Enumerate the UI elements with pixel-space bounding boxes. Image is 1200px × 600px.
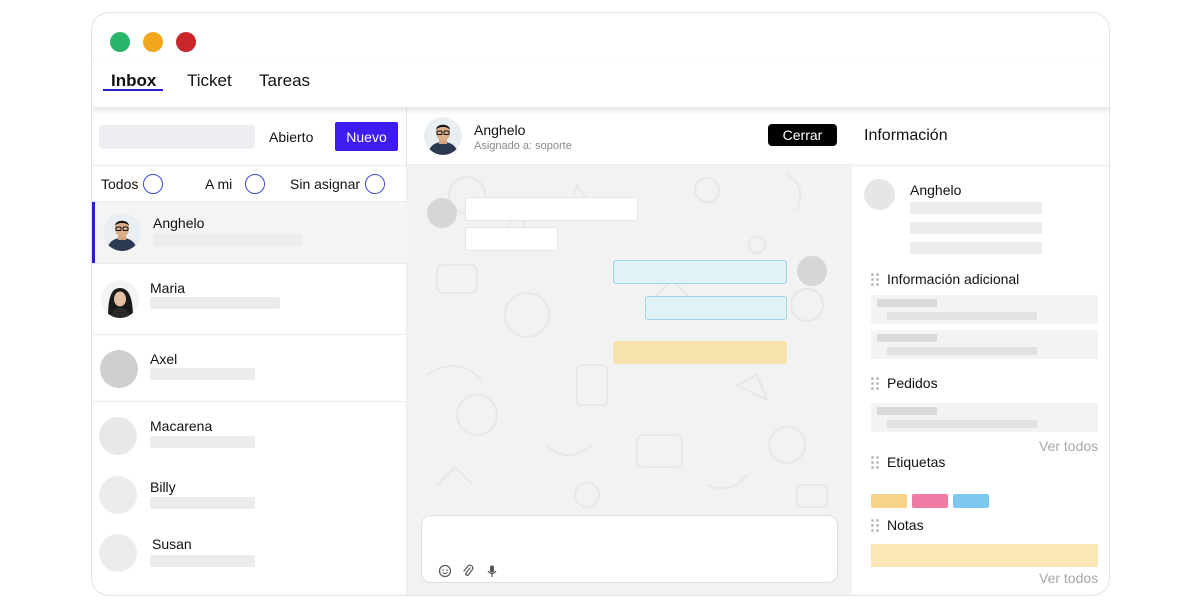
agent-message-avatar (797, 256, 827, 286)
message-preview-placeholder (150, 497, 255, 509)
info-panel: Información Anghelo Información adiciona… (852, 107, 1109, 595)
chat-header: Anghelo Asignado a: soporte Cerrar (407, 107, 852, 165)
chat-panel: Anghelo Asignado a: soporte Cerrar (407, 107, 852, 595)
chat-assignee: Asignado a: soporte (474, 140, 572, 152)
conversation-name: Anghelo (153, 215, 205, 231)
message-preview-placeholder (153, 234, 302, 246)
note-item[interactable] (871, 544, 1098, 567)
order-value-placeholder (887, 420, 1037, 428)
filter-todos-radio[interactable] (143, 174, 163, 194)
conversation-item-maria[interactable]: Maria (92, 263, 407, 334)
conversation-name: Axel (150, 351, 178, 367)
conversation-item-susan[interactable]: Susan (92, 531, 407, 591)
chat-contact-name: Anghelo (474, 122, 526, 138)
avatar (99, 476, 137, 514)
section-title-additional-info: Información adicional (887, 271, 1020, 287)
conversation-name: Maria (150, 280, 186, 296)
avatar (103, 213, 141, 251)
tab-inbox[interactable]: Inbox (111, 71, 156, 91)
tag-chip[interactable] (871, 494, 907, 508)
message-preview-placeholder (150, 555, 255, 567)
contact-detail-placeholder (910, 202, 1042, 214)
conversation-name: Billy (150, 479, 176, 495)
see-all-orders-link[interactable]: Ver todos (1039, 438, 1098, 454)
order-label-placeholder (877, 407, 937, 415)
message-preview-placeholder (150, 368, 255, 380)
app-window: Inbox Ticket Tareas Abierto Nuevo Todos … (91, 12, 1110, 596)
emoji-icon[interactable] (438, 564, 452, 578)
additional-info-item (871, 330, 1098, 359)
conversation-name: Macarena (150, 418, 213, 434)
filter-sin-asignar-label: Sin asignar (290, 176, 361, 192)
filter-a-mi-radio[interactable] (245, 174, 265, 194)
paperclip-icon[interactable] (461, 564, 475, 578)
status-filter-label[interactable]: Abierto (269, 129, 313, 145)
conversation-panel: Abierto Nuevo Todos A mi Sin asignar Ang… (92, 107, 407, 595)
avatar (100, 350, 138, 388)
top-navigation: Inbox Ticket Tareas (92, 59, 1109, 107)
section-title-orders: Pedidos (887, 375, 938, 391)
field-label-placeholder (877, 299, 937, 307)
message-area (407, 165, 852, 595)
conversation-item-billy[interactable]: Billy (92, 472, 407, 531)
internal-note-placeholder (613, 341, 787, 364)
avatar (101, 280, 139, 318)
tab-tareas[interactable]: Tareas (259, 71, 310, 91)
message-preview-placeholder (150, 297, 280, 309)
drag-handle-icon[interactable] (871, 456, 879, 470)
tag-chip[interactable] (953, 494, 989, 508)
avatar (99, 417, 137, 455)
filter-a-mi-label: A mi (205, 176, 233, 192)
tab-ticket[interactable]: Ticket (187, 71, 232, 91)
window-maximize-button[interactable] (110, 32, 130, 52)
field-value-placeholder (887, 312, 1037, 320)
conversation-item-macarena[interactable]: Macarena (92, 401, 407, 472)
close-conversation-button[interactable]: Cerrar (768, 124, 837, 146)
contact-message-avatar (427, 198, 457, 228)
see-all-notes-link[interactable]: Ver todos (1039, 570, 1098, 586)
info-contact-name: Anghelo (910, 182, 962, 198)
outgoing-message-placeholder (645, 296, 787, 320)
order-item[interactable] (871, 403, 1098, 432)
message-composer[interactable] (421, 515, 838, 583)
conversation-item-anghelo[interactable]: Anghelo (92, 201, 407, 263)
section-title-tags: Etiquetas (887, 454, 946, 470)
filter-todos-label: Todos (101, 176, 139, 192)
conversation-name: Susan (152, 536, 192, 552)
contact-detail-placeholder (910, 222, 1042, 234)
incoming-message-placeholder (465, 227, 558, 251)
filter-sin-asignar-radio[interactable] (365, 174, 385, 194)
outgoing-message-placeholder (613, 260, 787, 284)
assignment-filters: Todos A mi Sin asignar (92, 165, 407, 201)
conversation-list: Anghelo Maria Axel Macarena Billy Susan (92, 201, 407, 591)
avatar (99, 534, 137, 572)
microphone-icon[interactable] (485, 564, 499, 578)
field-value-placeholder (887, 347, 1037, 355)
tag-chip[interactable] (912, 494, 948, 508)
incoming-message-placeholder (465, 197, 638, 221)
conversation-item-axel[interactable]: Axel (92, 334, 407, 401)
drag-handle-icon[interactable] (871, 273, 879, 287)
active-tab-indicator (103, 89, 163, 91)
additional-info-item (871, 295, 1098, 324)
drag-handle-icon[interactable] (871, 519, 879, 533)
divider (852, 165, 1109, 166)
drag-handle-icon[interactable] (871, 377, 879, 391)
info-panel-title: Información (864, 127, 948, 144)
message-preview-placeholder (150, 436, 255, 448)
contact-detail-placeholder (910, 242, 1042, 254)
new-conversation-button[interactable]: Nuevo (335, 122, 398, 151)
field-label-placeholder (877, 334, 937, 342)
window-minimize-button[interactable] (143, 32, 163, 52)
contact-avatar (424, 117, 462, 155)
search-input[interactable] (99, 125, 255, 149)
section-title-notes: Notas (887, 517, 924, 533)
contact-avatar (864, 179, 895, 210)
window-close-button[interactable] (176, 32, 196, 52)
